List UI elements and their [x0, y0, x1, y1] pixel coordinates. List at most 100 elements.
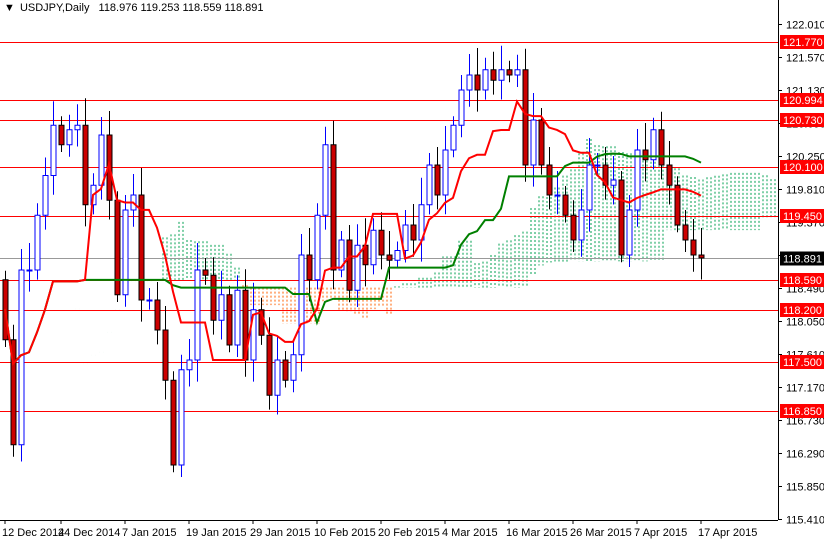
bull-candle — [234, 289, 241, 346]
x-tick-label: 19 Jan 2015 — [186, 527, 247, 539]
bull-candle — [458, 89, 465, 126]
bull-candle — [498, 69, 505, 81]
x-tick-label: 17 Apr 2015 — [698, 527, 757, 539]
bull-candle — [482, 69, 489, 91]
x-tick-label: 4 Mar 2015 — [442, 527, 498, 539]
x-tick-label: 26 Mar 2015 — [570, 527, 632, 539]
price-chart[interactable]: 122.010121.570121.130120.690120.250119.8… — [0, 0, 824, 539]
bull-candle — [626, 209, 633, 256]
bear-candle — [410, 224, 417, 241]
bear-candle — [266, 334, 273, 396]
bear-candle — [202, 269, 209, 276]
y-tick-label: 119.810 — [786, 185, 824, 197]
bull-candle — [610, 179, 617, 186]
bear-candle — [306, 254, 313, 281]
bull-candle — [594, 164, 601, 167]
bear-candle — [330, 144, 337, 271]
y-tick-label: 115.410 — [786, 515, 824, 527]
bull-candle — [122, 209, 129, 296]
ohlc-values: 118.976 119.253 118.559 118.891 — [98, 2, 264, 14]
bull-candle — [426, 164, 433, 206]
current-price-label: 118.891 — [783, 254, 822, 266]
x-tick-label: 16 Mar 2015 — [506, 527, 568, 539]
bull-candle — [218, 294, 225, 321]
bear-candle — [378, 229, 385, 256]
bear-candle — [58, 124, 65, 146]
bear-candle — [226, 294, 233, 346]
bull-candle — [298, 254, 305, 356]
bear-candle — [162, 329, 169, 381]
y-tick-label: 121.570 — [786, 53, 824, 65]
bear-candle — [682, 224, 689, 241]
bear-candle — [386, 254, 393, 261]
y-tick-label: 115.850 — [786, 482, 824, 494]
bull-candle — [586, 164, 593, 211]
bull-candle — [146, 299, 153, 302]
bull-candle — [322, 144, 329, 216]
bull-candle — [370, 229, 377, 266]
level-price-label: 118.590 — [783, 275, 822, 287]
bear-candle — [690, 239, 697, 256]
bear-candle — [562, 194, 569, 216]
bull-candle — [466, 74, 473, 91]
chart-header: ▼ USDJPY,Daily 118.976 119.253 118.559 1… — [4, 2, 263, 14]
symbol-label: USDJPY,Daily — [19, 2, 90, 14]
bull-candle — [530, 119, 537, 166]
bull-candle — [314, 214, 321, 281]
level-price-label: 120.994 — [783, 95, 823, 107]
bear-candle — [658, 129, 665, 166]
bear-candle — [170, 379, 177, 466]
bull-candle — [74, 124, 81, 131]
bear-candle — [346, 239, 353, 291]
level-price-label: 118.200 — [783, 305, 822, 317]
x-tick-label: 7 Apr 2015 — [634, 527, 687, 539]
x-tick-label: 29 Jan 2015 — [250, 527, 311, 539]
bear-candle — [642, 149, 649, 161]
level-price-label: 121.770 — [783, 37, 823, 49]
bear-candle — [522, 69, 529, 166]
x-tick-label: 12 Dec 2014 — [2, 527, 64, 539]
bull-candle — [554, 194, 561, 197]
bear-candle — [282, 359, 289, 381]
bear-candle — [546, 164, 553, 196]
bull-candle — [66, 129, 73, 146]
y-tick-label: 122.010 — [786, 20, 824, 32]
level-price-label: 120.100 — [783, 162, 823, 174]
x-tick-label: 24 Dec 2014 — [58, 527, 120, 539]
bull-candle — [442, 149, 449, 196]
bull-candle — [98, 134, 105, 186]
bull-candle — [50, 124, 57, 176]
x-tick-label: 10 Feb 2015 — [314, 527, 376, 539]
bear-candle — [618, 179, 625, 256]
bull-candle — [178, 369, 185, 466]
level-price-label: 119.450 — [783, 211, 822, 223]
bear-candle — [570, 214, 577, 241]
bear-candle — [698, 254, 705, 259]
bear-candle — [210, 274, 217, 321]
bull-candle — [194, 269, 201, 361]
y-tick-label: 117.170 — [786, 383, 824, 395]
bear-candle — [666, 164, 673, 186]
y-tick-label: 116.290 — [786, 449, 824, 461]
bear-candle — [506, 69, 513, 76]
bull-candle — [26, 269, 33, 272]
bull-candle — [290, 354, 297, 381]
bull-candle — [634, 149, 641, 211]
level-price-label: 117.500 — [783, 357, 822, 369]
bear-candle — [674, 184, 681, 226]
bear-candle — [538, 119, 545, 166]
bull-candle — [450, 124, 457, 151]
x-tick-label: 20 Feb 2015 — [378, 527, 440, 539]
bull-candle — [514, 69, 521, 76]
bull-candle — [394, 250, 401, 261]
bull-candle — [186, 359, 193, 371]
bull-candle — [650, 129, 657, 161]
bear-candle — [490, 69, 497, 81]
y-tick-label: 118.050 — [786, 317, 824, 329]
bull-candle — [578, 209, 585, 241]
bear-candle — [474, 74, 481, 91]
bear-candle — [82, 124, 89, 206]
level-price-label: 116.850 — [783, 406, 822, 418]
bull-candle — [42, 175, 49, 216]
triangle-down-icon[interactable]: ▼ — [4, 2, 15, 14]
